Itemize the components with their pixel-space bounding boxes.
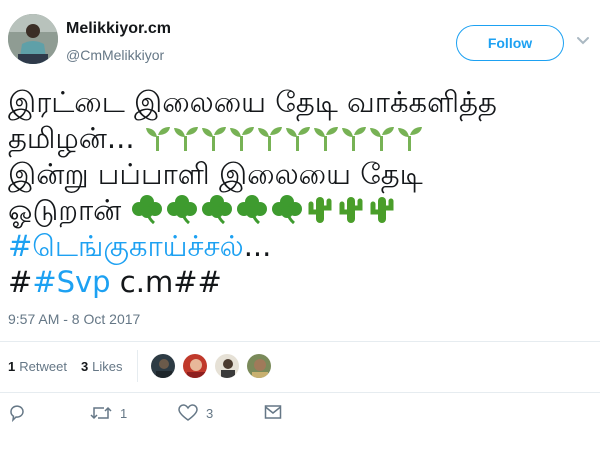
seedling-icon: [313, 127, 338, 151]
stats-separator: [137, 350, 138, 382]
seedling-icon: [201, 127, 226, 151]
tweet-line-text: இன்று பப்பாளி இலையை தேடி: [8, 157, 423, 191]
tweet-line: தமிழன்...: [8, 120, 592, 156]
reply-icon: [10, 405, 24, 422]
likes-count: 3: [80, 358, 89, 374]
seedling-icon: [173, 127, 198, 151]
tweet-text: இரட்டை இலையை தேடி வாக்களித்த தமிழன்... இ…: [8, 84, 592, 300]
seedling-icon: [257, 127, 282, 151]
tweet-line-text: இரட்டை இலையை தேடி வாக்களித்த: [8, 85, 497, 119]
envelope-icon: [264, 405, 282, 419]
tweet-line: ##Svp c.m##: [8, 264, 592, 300]
like-button[interactable]: 3: [178, 404, 213, 422]
hashtag-link[interactable]: #Svp: [32, 265, 110, 299]
retweet-icon: [90, 406, 112, 420]
seedling-icon: [397, 127, 422, 151]
tweet-line: இரட்டை இலையை தேடி வாக்களித்த: [8, 84, 592, 120]
retweet-label: Retweet: [19, 358, 67, 374]
tweet-line: இன்று பப்பாளி இலையை தேடி: [8, 156, 592, 192]
shamrock-icon: [132, 195, 163, 224]
avatar[interactable]: [8, 14, 58, 64]
cactus-icon: [370, 197, 394, 223]
avatar[interactable]: [246, 353, 272, 379]
divider: [0, 341, 600, 342]
tweet-line-text: தமிழன்...: [8, 121, 135, 155]
shamrock-icon: [237, 195, 268, 224]
tweet-header: Melikkiyor.cm @CmMelikkiyor Follow: [0, 0, 600, 72]
shamrock-icon: [272, 195, 303, 224]
user-handle[interactable]: @CmMelikkiyor: [66, 47, 164, 63]
heart-icon: [178, 404, 198, 421]
tweet-line-text: c.m##: [110, 265, 222, 299]
retweet-stat[interactable]: 1 Retweet: [8, 359, 67, 374]
avatar[interactable]: [150, 353, 176, 379]
like-action-count: 3: [206, 405, 214, 421]
likes-stat[interactable]: 3 Likes: [81, 359, 123, 374]
likes-label: Likes: [92, 358, 123, 374]
tweet-line: ஓடுறான்: [8, 192, 592, 228]
seedling-icon: [229, 127, 254, 151]
seedling-icon: [341, 127, 366, 151]
tweet-line-text: ஓடுறான்: [8, 193, 122, 227]
shamrock-icon: [202, 195, 233, 224]
engagement-stats: 1 Retweet 3 Likes: [8, 355, 137, 377]
seedling-icon: [285, 127, 310, 151]
cactus-icon: [308, 197, 332, 223]
reply-button[interactable]: [8, 404, 34, 422]
seedling-icon: [369, 127, 394, 151]
divider: [0, 392, 600, 393]
follow-button[interactable]: Follow: [456, 25, 564, 61]
seedling-emoji-group: [144, 121, 424, 155]
display-name[interactable]: Melikkiyor.cm: [66, 20, 171, 38]
tweet-timestamp[interactable]: 9:57 AM - 8 Oct 2017: [8, 311, 140, 327]
retweet-button[interactable]: 1: [90, 404, 127, 422]
tweet-actions: 1 3: [8, 404, 588, 428]
retweet-action-count: 1: [120, 405, 128, 421]
cactus-icon: [339, 197, 363, 223]
tweet-line-text: ...: [243, 229, 272, 263]
chevron-down-icon[interactable]: [576, 36, 590, 46]
clover-cactus-emoji-group: [130, 193, 398, 227]
shamrock-icon: [167, 195, 198, 224]
avatar[interactable]: [182, 353, 208, 379]
likers-avatars: [150, 353, 278, 379]
seedling-icon: [145, 127, 170, 151]
tweet-line-text: #: [8, 265, 33, 299]
hashtag-link[interactable]: #டெங்குகாய்ச்சல்: [8, 229, 244, 263]
avatar[interactable]: [214, 353, 240, 379]
direct-message-button[interactable]: [264, 404, 290, 420]
retweet-count: 1: [8, 358, 16, 374]
tweet-line: #டெங்குகாய்ச்சல்...: [8, 228, 592, 264]
